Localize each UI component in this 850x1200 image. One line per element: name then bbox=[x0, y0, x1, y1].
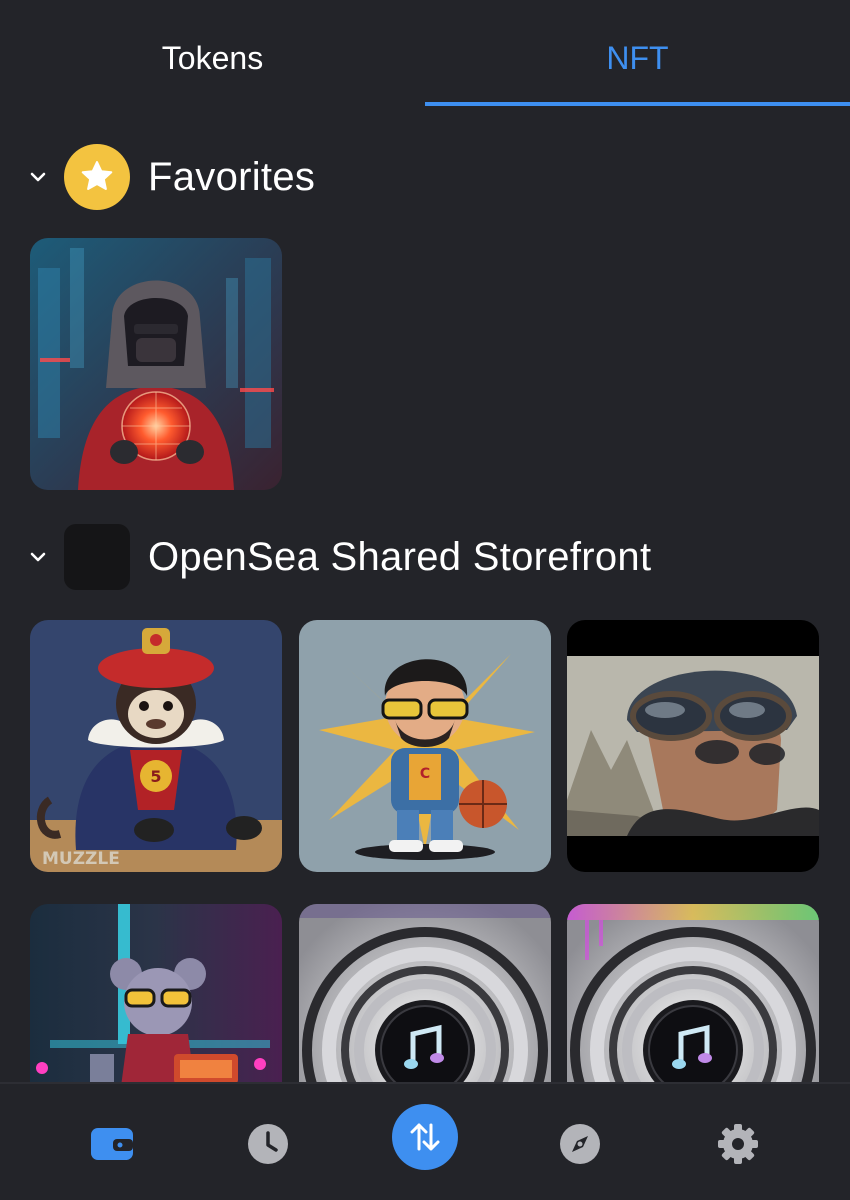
swap-icon[interactable] bbox=[392, 1104, 458, 1170]
tab-bar: Tokens NFT bbox=[0, 0, 850, 106]
chevron-down-icon[interactable] bbox=[28, 167, 48, 187]
collection-header-favorites[interactable]: Favorites bbox=[0, 143, 850, 211]
collection-title: Favorites bbox=[148, 154, 316, 199]
tab-nft[interactable]: NFT bbox=[425, 0, 850, 106]
active-tab-indicator bbox=[425, 102, 850, 106]
star-icon bbox=[64, 144, 130, 210]
discover-icon[interactable] bbox=[548, 1112, 612, 1176]
nft-tile-cartoon-player[interactable]: C bbox=[299, 620, 551, 872]
tab-tokens[interactable]: Tokens bbox=[0, 0, 425, 106]
settings-icon[interactable] bbox=[706, 1112, 770, 1176]
nft-tile-hooded-figure[interactable] bbox=[30, 238, 282, 490]
collection-title: OpenSea Shared Storefront bbox=[148, 534, 652, 579]
nft-tile-monkey-king[interactable]: 5 MUZZLE bbox=[30, 620, 282, 872]
svg-text:C: C bbox=[420, 766, 430, 782]
tab-tokens-label: Tokens bbox=[161, 40, 264, 76]
blank-collection-icon bbox=[64, 524, 130, 590]
chevron-down-icon[interactable] bbox=[28, 547, 48, 567]
collection-header-opensea[interactable]: OpenSea Shared Storefront bbox=[0, 523, 850, 591]
tab-nft-label: NFT bbox=[606, 40, 669, 76]
wallet-icon[interactable] bbox=[80, 1112, 144, 1176]
bottom-nav bbox=[0, 1082, 850, 1200]
history-icon[interactable] bbox=[236, 1112, 300, 1176]
nft-tile-aviator-man[interactable] bbox=[567, 620, 819, 872]
tile-caption: MUZZLE bbox=[42, 849, 120, 869]
svg-text:5: 5 bbox=[150, 767, 161, 786]
